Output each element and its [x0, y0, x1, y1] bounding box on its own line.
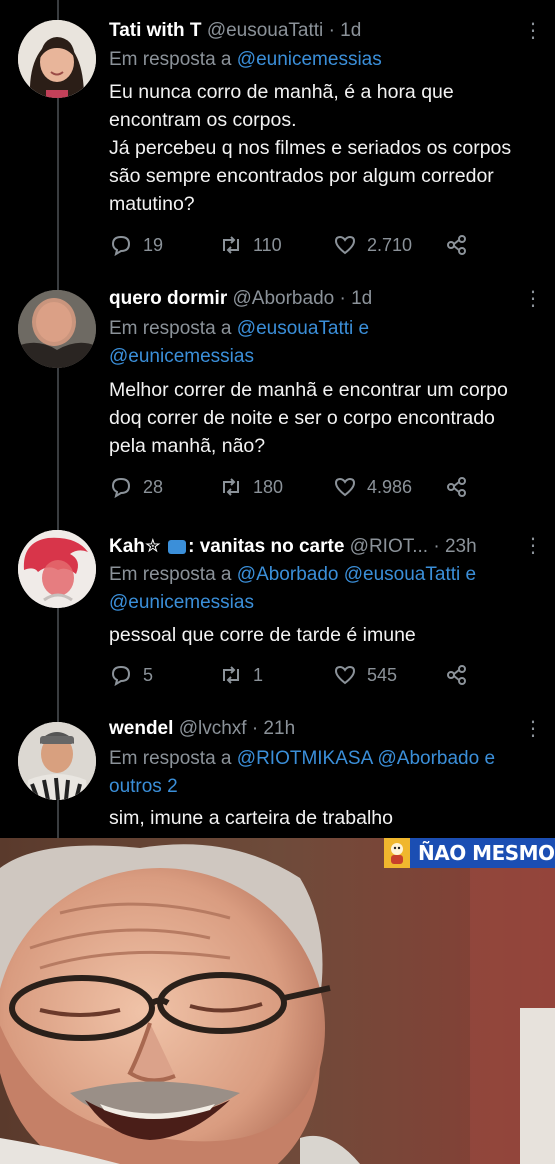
tweet-actions: 19 110 2.710 [109, 233, 495, 259]
avatar[interactable] [18, 20, 96, 98]
tweet-thread: Tati with T @eusouaTatti · 1d ⋮ Em respo… [0, 0, 555, 838]
tweet-header: quero dormir @Aborbado · 1d ⋮ [109, 286, 543, 318]
display-name[interactable]: Kah✮ [109, 536, 161, 557]
more-icon[interactable]: ⋮ [523, 533, 543, 558]
tweet-actions: 5 1 545 [109, 663, 495, 689]
mention-link[interactable]: @RIOTMIKASA @Aborbado e [237, 748, 495, 769]
avatar[interactable] [18, 290, 96, 368]
display-name-suffix: : vanitas no carte [188, 536, 345, 557]
mascot-icon [384, 838, 410, 868]
display-name[interactable]: quero dormir [109, 288, 227, 309]
share-button[interactable] [445, 475, 469, 499]
reply-context: Em resposta a @Aborbado @eusouaTatti e @… [109, 561, 535, 617]
retweet-icon [223, 666, 239, 684]
reply-context: Em resposta a @eunicemessias [109, 46, 535, 74]
user-handle[interactable]: @Aborbado [233, 288, 335, 309]
tweet-2[interactable]: quero dormir @Aborbado · 1d ⋮ Em respost… [0, 270, 555, 515]
reply-count: 28 [143, 476, 164, 497]
tv-emoji-icon [168, 539, 187, 554]
reply-button[interactable]: 19 [109, 233, 163, 257]
more-icon[interactable]: ⋮ [523, 716, 543, 741]
timestamp: · 21h [251, 718, 296, 739]
mention-link[interactable]: @eunicemessias [237, 49, 382, 70]
retweet-icon [223, 236, 239, 254]
like-icon [334, 235, 356, 255]
share-icon [447, 665, 466, 685]
tweet-text: sim, imune a carteira de trabalho [109, 807, 393, 829]
tweet-header: wendel @lvchxf · 21h ⋮ [109, 716, 543, 748]
like-button[interactable]: 2.710 [333, 233, 412, 257]
mention-link[interactable]: @Aborbado @eusouaTatti e [237, 564, 476, 585]
share-icon [447, 235, 466, 255]
reply-icon [111, 477, 131, 499]
watermark-text: ÑAO MESMO [418, 841, 555, 865]
mention-link[interactable]: outros 2 [109, 776, 178, 797]
timestamp: · 1d [339, 288, 373, 309]
tweet-actions: 28 180 4.986 [109, 475, 495, 501]
reply-icon [111, 665, 131, 687]
more-icon[interactable]: ⋮ [523, 18, 543, 43]
share-button[interactable] [445, 663, 469, 687]
reply-button[interactable]: 28 [109, 475, 163, 499]
like-button[interactable]: 4.986 [333, 475, 412, 499]
reply-prefix: Em resposta a [109, 318, 232, 339]
mention-link[interactable]: @eunicemessias [109, 592, 254, 613]
retweet-button[interactable]: 1 [219, 663, 263, 687]
like-count: 2.710 [367, 234, 413, 255]
tweet-text: Melhor correr de manhã e encontrar um co… [109, 379, 508, 457]
reply-icon [111, 235, 131, 257]
like-count: 4.986 [367, 476, 413, 497]
retweet-button[interactable]: 180 [219, 475, 283, 499]
reply-prefix: Em resposta a [109, 564, 232, 585]
like-icon [334, 477, 356, 497]
retweet-count: 180 [253, 476, 284, 497]
like-count: 545 [367, 664, 398, 685]
tweet-1[interactable]: Tati with T @eusouaTatti · 1d ⋮ Em respo… [0, 0, 555, 270]
user-handle[interactable]: @RIOT... [350, 536, 428, 557]
retweet-count: 110 [253, 234, 282, 255]
like-button[interactable]: 545 [333, 663, 397, 687]
avatar[interactable] [18, 722, 96, 800]
reply-prefix: Em resposta a [109, 748, 232, 769]
tweet-4[interactable]: wendel @lvchxf · 21h ⋮ Em resposta a @RI… [0, 700, 555, 838]
reply-count: 5 [143, 664, 154, 685]
more-icon[interactable]: ⋮ [523, 286, 543, 311]
tweet-text: Eu nunca corro de manhã, é a hora que en… [109, 81, 512, 215]
share-icon [447, 477, 466, 497]
mention-link[interactable]: @eunicemessias [109, 346, 254, 367]
user-handle[interactable]: @eusouaTatti [207, 20, 323, 41]
reaction-meme-image [0, 838, 555, 1164]
user-handle[interactable]: @lvchxf [179, 718, 247, 739]
share-button[interactable] [445, 233, 469, 257]
reply-button[interactable]: 5 [109, 663, 153, 687]
display-name[interactable]: Tati with T [109, 20, 202, 41]
reply-count: 19 [143, 234, 164, 255]
reply-prefix: Em resposta a [109, 49, 232, 70]
reply-context: Em resposta a @eusouaTatti e @eunicemess… [109, 315, 535, 371]
watermark-badge: ÑAO MESMO [384, 838, 555, 868]
tweet-3[interactable]: Kah✮ : vanitas no carte @RIOT... · 23h ⋮… [0, 515, 555, 710]
retweet-button[interactable]: 110 [219, 233, 282, 257]
timestamp: · 23h [433, 536, 477, 557]
mention-link[interactable]: @eusouaTatti e [237, 318, 369, 339]
tweet-text: pessoal que corre de tarde é imune [109, 624, 416, 646]
like-icon [334, 665, 356, 685]
retweet-count: 1 [253, 664, 264, 685]
display-name[interactable]: wendel [109, 718, 173, 739]
avatar[interactable] [18, 530, 96, 608]
timestamp: · 1d [328, 20, 362, 41]
reply-context: Em resposta a @RIOTMIKASA @Aborbado e ou… [109, 745, 535, 801]
retweet-icon [223, 478, 239, 496]
